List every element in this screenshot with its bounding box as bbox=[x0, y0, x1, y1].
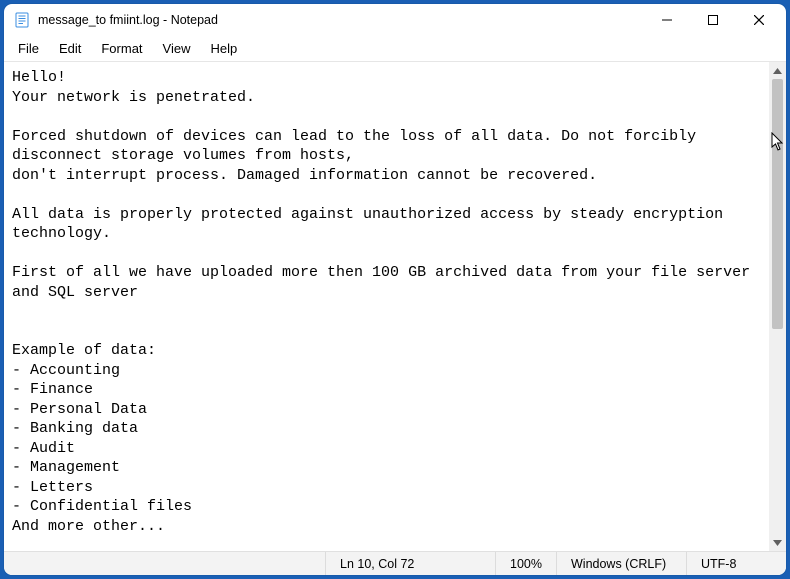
menu-edit[interactable]: Edit bbox=[49, 38, 91, 59]
minimize-button[interactable] bbox=[644, 5, 690, 35]
content-area: Hello! Your network is penetrated. Force… bbox=[4, 62, 786, 551]
status-position: Ln 10, Col 72 bbox=[325, 552, 495, 575]
menu-format[interactable]: Format bbox=[91, 38, 152, 59]
scroll-thumb[interactable] bbox=[772, 79, 783, 329]
statusbar: Ln 10, Col 72 100% Windows (CRLF) UTF-8 bbox=[4, 551, 786, 575]
text-editor[interactable]: Hello! Your network is penetrated. Force… bbox=[4, 62, 769, 551]
vertical-scrollbar[interactable] bbox=[769, 62, 786, 551]
notepad-window: message_to fmiint.log - Notepad File Edi… bbox=[4, 4, 786, 575]
scroll-up-arrow-icon[interactable] bbox=[769, 62, 786, 79]
menu-view[interactable]: View bbox=[153, 38, 201, 59]
window-title: message_to fmiint.log - Notepad bbox=[38, 13, 218, 27]
close-button[interactable] bbox=[736, 5, 782, 35]
notepad-icon bbox=[14, 12, 30, 28]
scroll-down-arrow-icon[interactable] bbox=[769, 534, 786, 551]
maximize-button[interactable] bbox=[690, 5, 736, 35]
menu-help[interactable]: Help bbox=[200, 38, 247, 59]
status-line-ending: Windows (CRLF) bbox=[556, 552, 686, 575]
menu-file[interactable]: File bbox=[8, 38, 49, 59]
status-zoom: 100% bbox=[495, 552, 556, 575]
status-spacer bbox=[4, 552, 325, 575]
menubar: File Edit Format View Help bbox=[4, 36, 786, 62]
titlebar[interactable]: message_to fmiint.log - Notepad bbox=[4, 4, 786, 36]
status-encoding: UTF-8 bbox=[686, 552, 786, 575]
scroll-track[interactable] bbox=[769, 79, 786, 534]
window-controls bbox=[644, 5, 782, 35]
